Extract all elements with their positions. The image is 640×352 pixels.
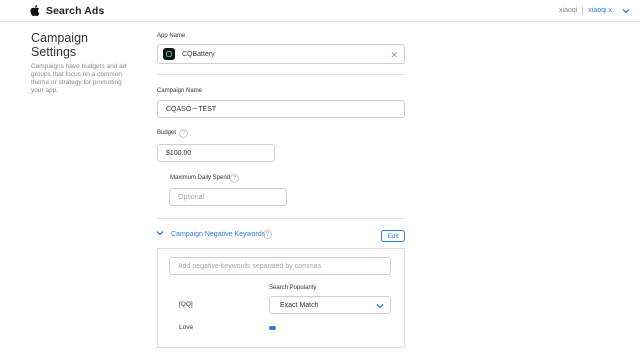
account-menu-button[interactable]: xiaoqi x.: [588, 7, 630, 14]
app-name-field[interactable]: CQBattery ✕: [157, 44, 405, 64]
keyword-label: [QQ]: [179, 301, 193, 308]
chevron-down-icon: [622, 8, 630, 13]
brand-name: Search Ads: [46, 4, 105, 17]
negative-keywords-help-icon[interactable]: ?: [263, 230, 272, 239]
budget-label: Budget: [157, 130, 177, 136]
campaign-name-label: Campaign Name: [157, 88, 203, 94]
clear-icon[interactable]: ✕: [390, 51, 398, 60]
account-separator: [582, 6, 584, 15]
page-description: Campaigns have budgets and ad groups tha…: [31, 63, 127, 94]
max-daily-field[interactable]: Optional: [169, 188, 287, 206]
chevron-down-icon[interactable]: [156, 230, 164, 236]
negative-keywords-input[interactable]: Add negative keywords separated by comma…: [169, 257, 391, 275]
account-menu-label: xiaoqi x.: [588, 7, 614, 14]
edit-button[interactable]: Edit: [381, 230, 405, 242]
budget-value: $100.00: [166, 149, 192, 157]
campaign-name-value: CQASO－TEST: [166, 106, 217, 113]
max-daily-placeholder: Optional: [178, 193, 205, 201]
max-daily-label: Maximum Daily Spend: [170, 175, 231, 181]
chevron-down-icon: [376, 304, 384, 309]
top-bar: Search Ads xiaoqi xiaoqi x.: [0, 0, 640, 22]
match-type-select[interactable]: Exact Match: [269, 296, 391, 314]
page-title: Campaign Settings: [31, 31, 88, 59]
negative-keywords-toggle[interactable]: Campaign Negative Keywords: [171, 231, 265, 238]
app-name-value: CQBattery: [182, 50, 215, 58]
campaign-name-field[interactable]: CQASO－TEST: [157, 100, 405, 118]
budget-help-icon[interactable]: ?: [179, 129, 188, 138]
sidebar: Campaign Settings Campaigns have budgets…: [31, 31, 135, 95]
loading-indicator: [269, 326, 276, 330]
search-popularity-header: Search Popularity: [269, 285, 317, 291]
negative-keywords-placeholder: Add negative keywords separated by comma…: [178, 262, 322, 270]
budget-field[interactable]: $100.00: [157, 144, 275, 162]
keyword-label: Love: [179, 324, 194, 331]
divider: [157, 218, 405, 219]
account-name: xiaoqi: [559, 7, 578, 14]
app-icon: [163, 48, 175, 60]
divider: [157, 74, 405, 75]
match-type-value: Exact Match: [280, 301, 319, 309]
max-daily-help-icon[interactable]: ?: [230, 174, 239, 183]
apple-logo-icon: [30, 5, 40, 17]
account-area: xiaoqi xiaoqi x.: [559, 6, 630, 15]
brand[interactable]: Search Ads: [29, 4, 104, 17]
app-name-label: App Name: [157, 33, 186, 39]
